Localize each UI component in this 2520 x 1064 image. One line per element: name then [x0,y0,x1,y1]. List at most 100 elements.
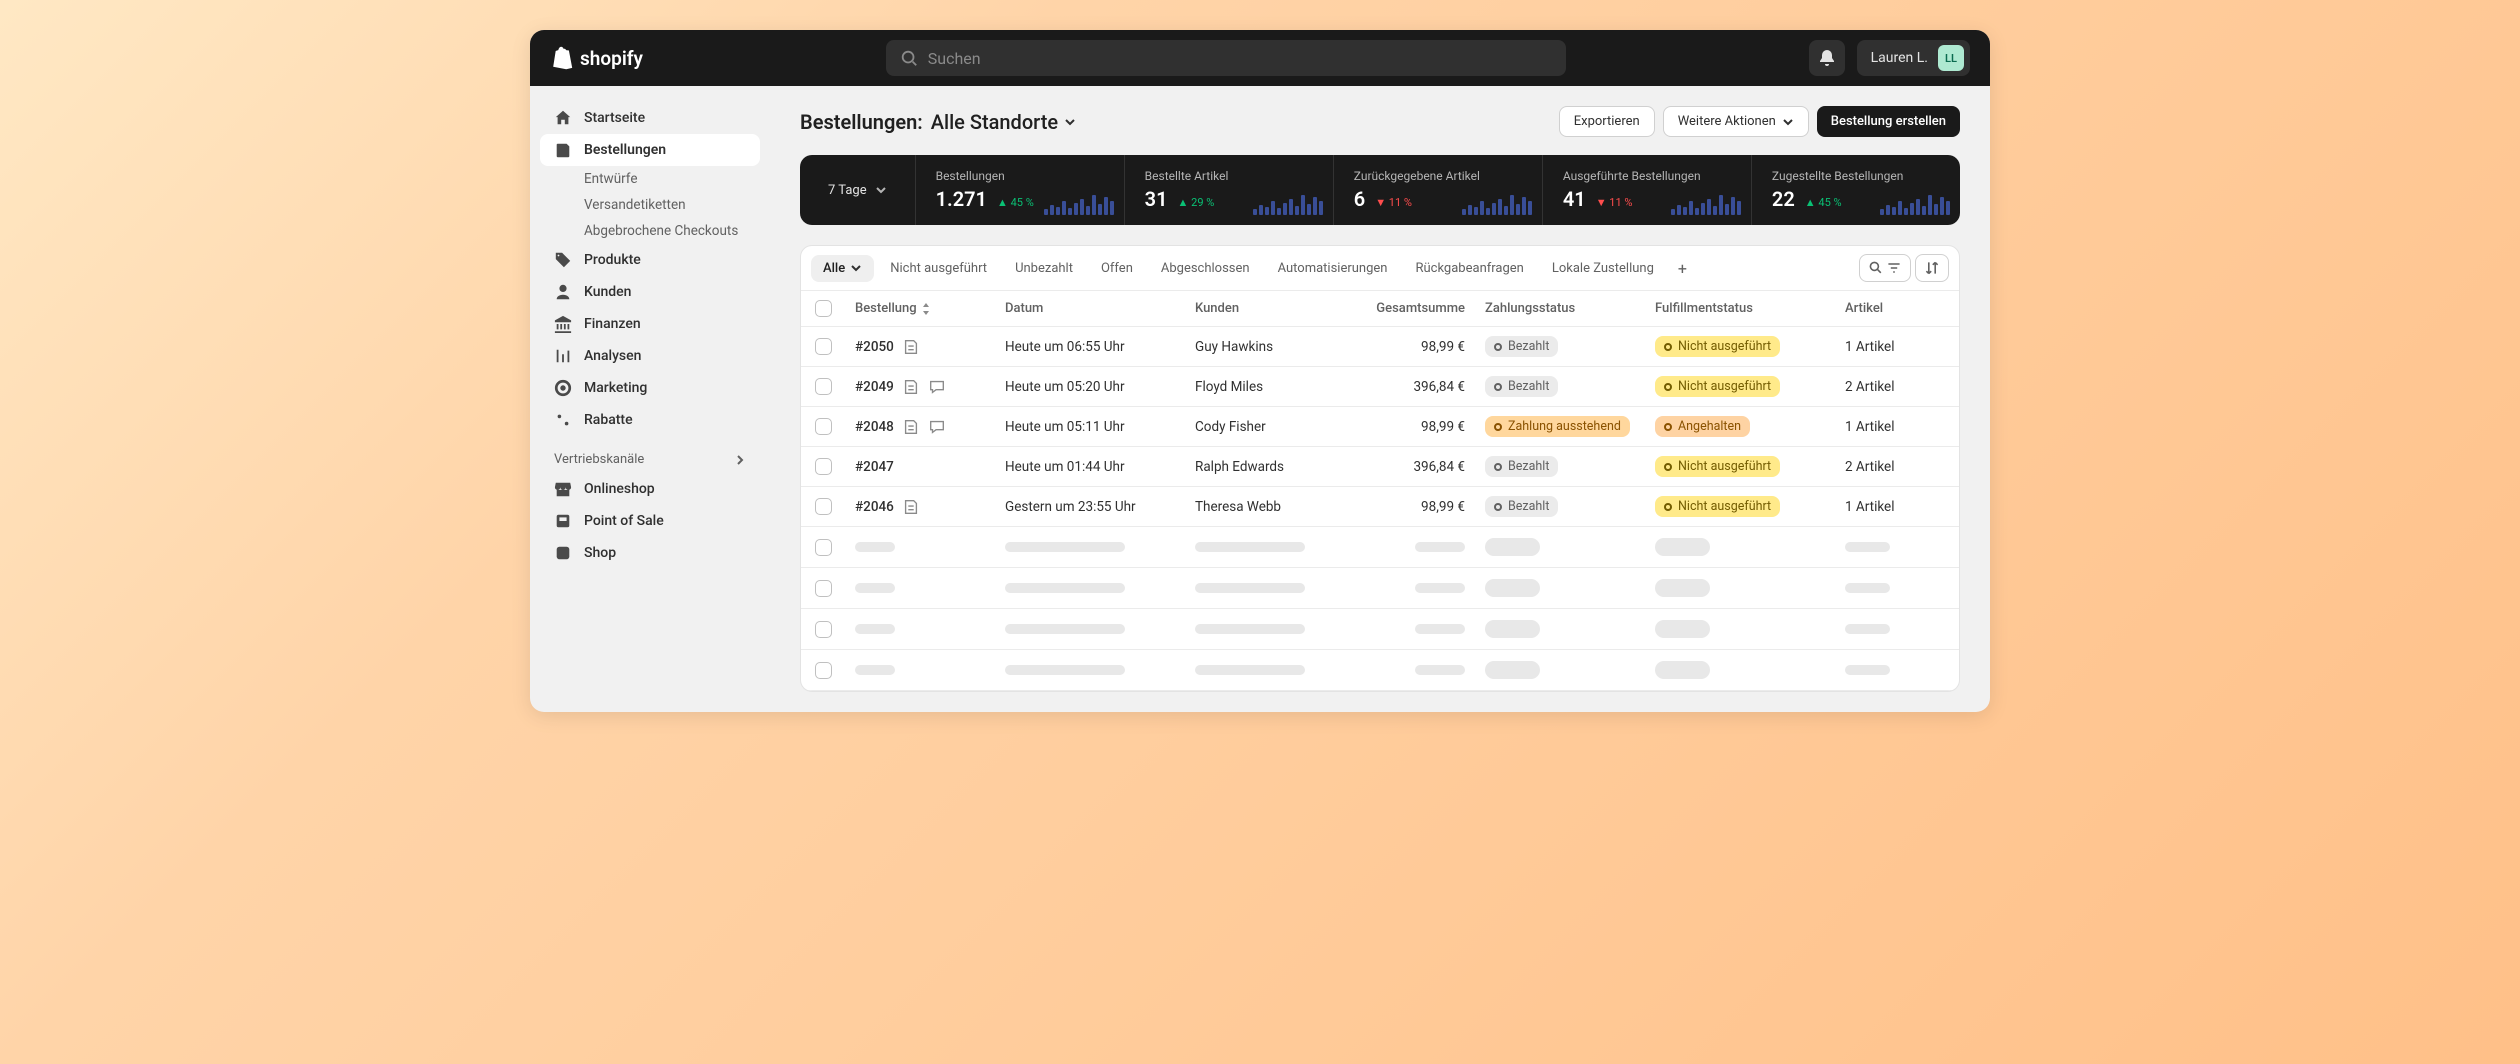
orders-icon [554,141,572,159]
order-row[interactable]: #2047 Heute um 01:44 Uhr Ralph Edwards 3… [801,447,1959,487]
total-cell: 396,84 € [1355,379,1485,395]
date-range-selector[interactable]: 7 Tage [800,155,916,225]
pos-icon [554,512,572,530]
col-items[interactable]: Artikel [1845,301,1945,316]
tab-abgeschlossen[interactable]: Abgeschlossen [1149,255,1262,282]
col-fulfillment[interactable]: Fulfillmentstatus [1655,301,1845,316]
col-payment[interactable]: Zahlungsstatus [1485,301,1655,316]
nav-marketing[interactable]: Marketing [540,372,760,404]
order-id-cell: #2046 [855,498,1005,516]
col-date[interactable]: Datum [1005,301,1195,316]
stat-delta: ▲ 45 % [1805,196,1842,209]
skeleton-row [801,650,1959,691]
add-view-button[interactable]: + [1670,255,1695,282]
app-window: shopify Suchen Lauren L. LL Startseite [530,30,1990,712]
avatar: LL [1938,45,1964,71]
date-cell: Gestern um 23:55 Uhr [1005,499,1195,515]
brand-text: shopify [580,47,643,70]
percent-icon [554,411,572,429]
stat-delta: ▲ 29 % [1178,196,1215,209]
stat-value: 31 [1145,187,1168,211]
location-selector[interactable]: Alle Standorte [931,110,1076,134]
search-icon [1868,260,1884,276]
nav-shipping-labels[interactable]: Versandetiketten [540,192,760,218]
order-row[interactable]: #2048 Heute um 05:11 Uhr Cody Fisher 98,… [801,407,1959,447]
store-icon [554,480,572,498]
search-placeholder: Suchen [928,49,981,68]
nav-orders[interactable]: Bestellungen [540,134,760,166]
nav-analytics[interactable]: Analysen [540,340,760,372]
chat-icon [928,418,946,436]
row-checkbox[interactable] [815,662,832,679]
tab-rückgabeanfragen[interactable]: Rückgabeanfragen [1403,255,1535,282]
person-icon [554,283,572,301]
home-icon [554,109,572,127]
nav-drafts[interactable]: Entwürfe [540,166,760,192]
table-tabs: AlleNicht ausgeführtUnbezahltOffenAbgesc… [801,246,1959,291]
stat-card[interactable]: Bestellungen 1.271 ▲ 45 % [916,155,1125,225]
search-filter-button[interactable] [1859,254,1911,282]
search-input[interactable]: Suchen [886,40,1566,76]
row-checkbox[interactable] [815,378,832,395]
nav-abandoned-checkouts[interactable]: Abgebrochene Checkouts [540,218,760,244]
row-checkbox[interactable] [815,458,832,475]
stat-delta: ▲ 45 % [997,196,1034,209]
payment-badge: Bezahlt [1485,456,1558,477]
row-checkbox[interactable] [815,418,832,435]
col-customer[interactable]: Kunden [1195,301,1355,316]
customer-cell: Guy Hawkins [1195,339,1355,355]
tab-offen[interactable]: Offen [1089,255,1145,282]
items-cell: 2 Artikel [1845,379,1945,395]
tab-automatisierungen[interactable]: Automatisierungen [1266,255,1400,282]
brand-logo[interactable]: shopify [550,45,643,71]
order-row[interactable]: #2046 Gestern um 23:55 Uhr Theresa Webb … [801,487,1959,527]
nav-pos[interactable]: Point of Sale [540,505,760,537]
stat-delta: ▼ 11 % [1596,196,1633,209]
nav-onlinestore[interactable]: Onlineshop [540,473,760,505]
nav-products[interactable]: Produkte [540,244,760,276]
stat-card[interactable]: Bestellte Artikel 31 ▲ 29 % [1125,155,1334,225]
order-id-cell: #2048 [855,418,1005,436]
nav-home[interactable]: Startseite [540,102,760,134]
chevron-right-icon[interactable] [734,454,746,466]
customer-cell: Cody Fisher [1195,419,1355,435]
sort-indicator-icon [921,303,931,315]
tab-lokale-zustellung[interactable]: Lokale Zustellung [1540,255,1666,282]
row-checkbox[interactable] [815,498,832,515]
order-row[interactable]: #2050 Heute um 06:55 Uhr Guy Hawkins 98,… [801,327,1959,367]
skeleton-row [801,527,1959,568]
stat-card[interactable]: Zurückgegebene Artikel 6 ▼ 11 % [1334,155,1543,225]
row-checkbox[interactable] [815,338,832,355]
sort-icon [1924,260,1940,276]
shop-icon [554,544,572,562]
sort-button[interactable] [1915,254,1949,282]
stat-label: Bestellte Artikel [1145,169,1313,183]
col-total[interactable]: Gesamtsumme [1355,301,1485,316]
stat-card[interactable]: Ausgeführte Bestellungen 41 ▼ 11 % [1543,155,1752,225]
notifications-button[interactable] [1809,40,1845,76]
row-checkbox[interactable] [815,621,832,638]
order-id-cell: #2050 [855,338,1005,356]
row-checkbox[interactable] [815,580,832,597]
create-order-button[interactable]: Bestellung erstellen [1817,106,1960,137]
export-button[interactable]: Exportieren [1559,106,1655,137]
stat-value: 22 [1772,187,1795,211]
items-cell: 2 Artikel [1845,459,1945,475]
customer-cell: Ralph Edwards [1195,459,1355,475]
nav-discounts[interactable]: Rabatte [540,404,760,436]
order-row[interactable]: #2049 Heute um 05:20 Uhr Floyd Miles 396… [801,367,1959,407]
tab-alle[interactable]: Alle [811,255,874,282]
tab-unbezahlt[interactable]: Unbezahlt [1003,255,1085,282]
customer-cell: Theresa Webb [1195,499,1355,515]
nav-shop[interactable]: Shop [540,537,760,569]
more-actions-button[interactable]: Weitere Aktionen [1663,106,1809,137]
select-all-checkbox[interactable] [815,300,832,317]
nav-customers[interactable]: Kunden [540,276,760,308]
stat-card[interactable]: Zugestellte Bestellungen 22 ▲ 45 % [1752,155,1960,225]
user-menu[interactable]: Lauren L. LL [1857,40,1970,76]
chevron-down-icon [1064,116,1076,128]
row-checkbox[interactable] [815,539,832,556]
nav-finances[interactable]: Finanzen [540,308,760,340]
tab-nicht-ausgeführt[interactable]: Nicht ausgeführt [878,255,999,282]
col-order[interactable]: Bestellung [855,301,1005,316]
